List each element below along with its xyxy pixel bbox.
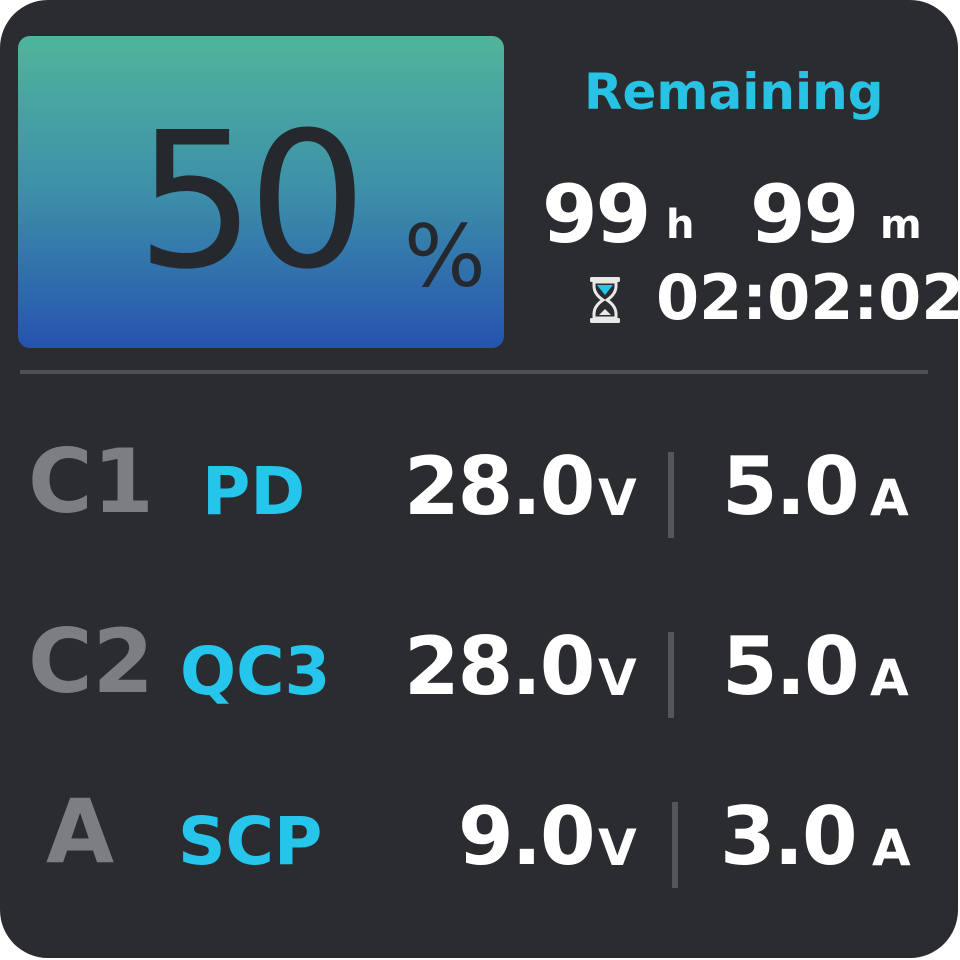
voltage-unit: V (598, 649, 637, 707)
remaining-hours: 99 (542, 168, 651, 261)
remaining-minutes: 99 (750, 168, 859, 261)
port-row-a: A SCP 9.0 V 3.0 A (0, 782, 958, 902)
current-unit: A (870, 469, 909, 527)
protocol-label: QC3 (180, 633, 331, 710)
port-row-c1: C1 PD 28.0 V 5.0 A (0, 432, 958, 552)
port-name: A (46, 780, 115, 883)
voltage-unit: V (598, 469, 637, 527)
port-name: C2 (28, 610, 154, 713)
voltage-value: 28.0 (404, 440, 595, 533)
battery-percent-unit: % (404, 207, 486, 307)
port-name: C1 (28, 430, 154, 533)
hours-unit: h (666, 202, 695, 248)
battery-percent-value: 50 (136, 92, 367, 311)
voltage-value: 28.0 (404, 620, 595, 713)
current-unit: A (872, 819, 911, 877)
remaining-label: Remaining (584, 63, 884, 121)
section-divider (20, 370, 928, 374)
timer-value: 02:02:02 (656, 261, 958, 334)
current-unit: A (870, 649, 909, 707)
protocol-label: SCP (178, 803, 323, 880)
power-bank-status-panel: 50 % Remaining 99 h 99 m 02:02:02 C1 PD … (0, 0, 958, 958)
minutes-unit: m (880, 202, 922, 248)
protocol-label: PD (202, 453, 306, 530)
current-value: 5.0 (722, 620, 860, 713)
hourglass-icon (588, 276, 622, 324)
port-row-c2: C2 QC3 28.0 V 5.0 A (0, 612, 958, 732)
current-value: 5.0 (722, 440, 860, 533)
voltage-value: 9.0 (458, 790, 596, 883)
battery-level-tile: 50 % (18, 36, 504, 348)
value-separator (672, 802, 678, 888)
current-value: 3.0 (720, 790, 858, 883)
value-separator (668, 452, 674, 538)
value-separator (668, 632, 674, 718)
voltage-unit: V (598, 819, 637, 877)
